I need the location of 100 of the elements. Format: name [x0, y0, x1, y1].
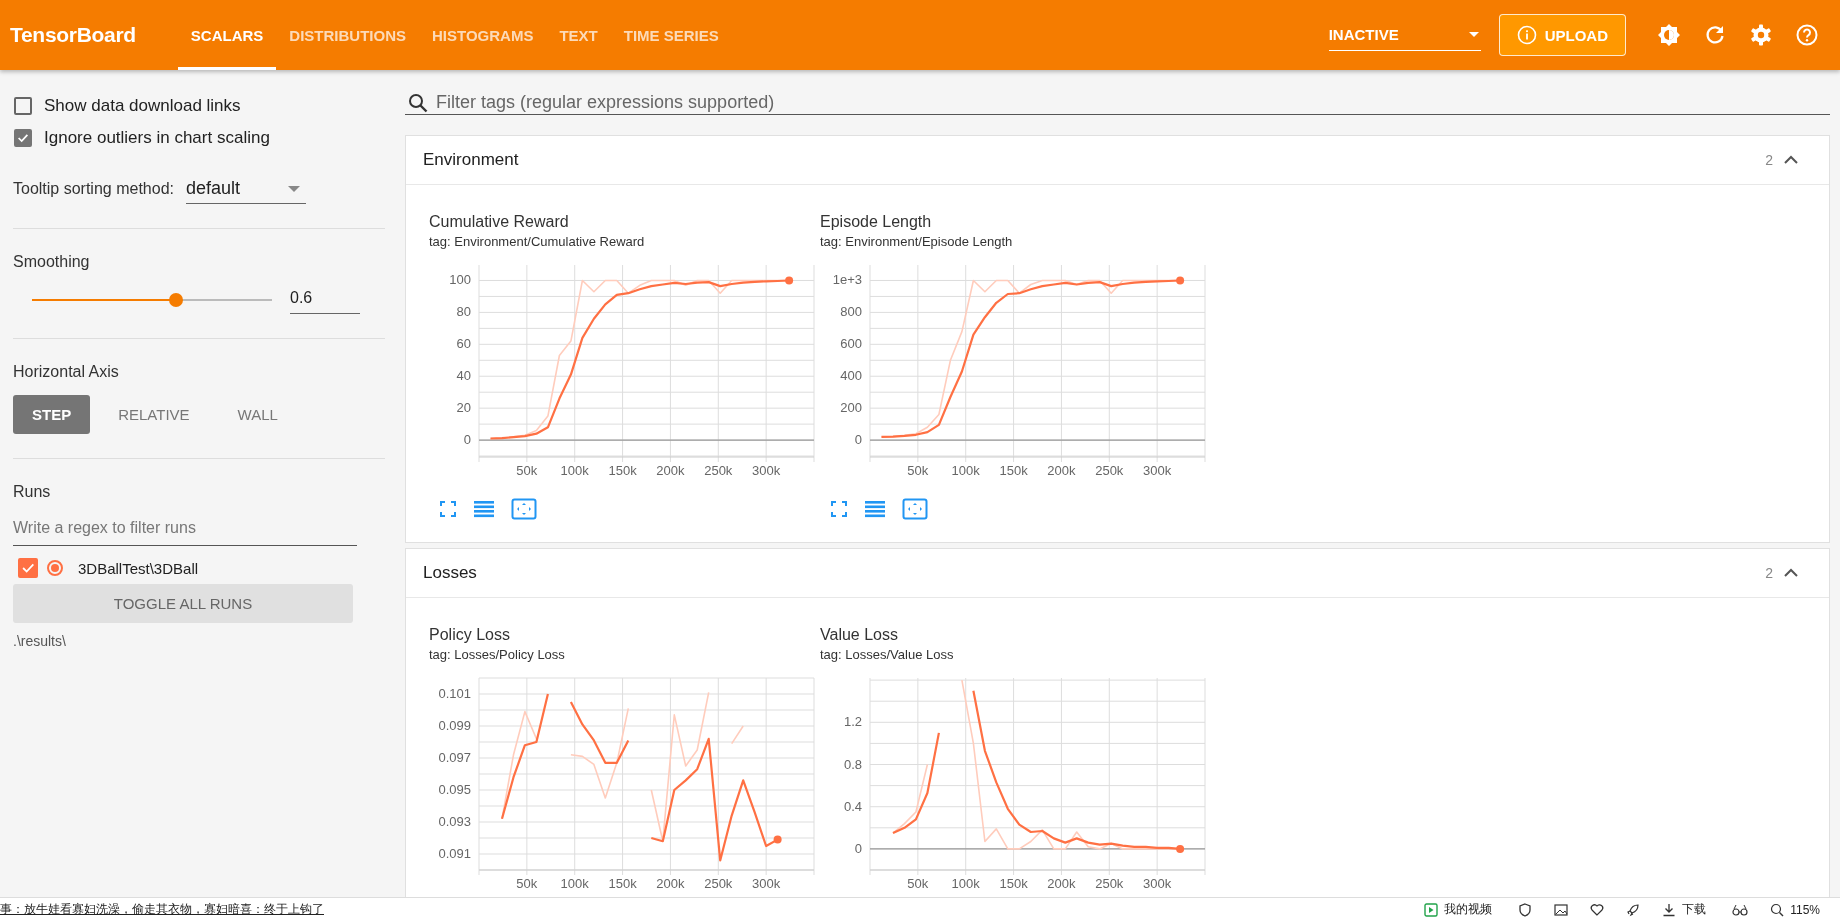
x-tick-label: 300k — [752, 463, 781, 478]
run-checkbox[interactable] — [18, 558, 38, 578]
nav-tab[interactable]: SCALARS — [177, 0, 277, 70]
glasses-icon[interactable] — [1732, 902, 1749, 917]
x-tick-label: 100k — [951, 463, 980, 478]
chart-tag: tag: Environment/Episode Length — [820, 234, 1211, 249]
status-label[interactable]: 我的视频 — [1444, 901, 1493, 918]
x-tick-label: 150k — [608, 876, 637, 891]
checkbox[interactable] — [14, 129, 32, 147]
chevron-up-icon[interactable] — [1783, 568, 1799, 578]
y-tick-label: 600 — [840, 336, 862, 352]
y-tick-label: 0.101 — [438, 686, 471, 701]
chart-count: 2 — [1765, 565, 1773, 581]
run-name: 3DBallTest\3DBall — [78, 559, 199, 577]
tag-filter-field[interactable]: Filter tags (regular expressions supported) — [434, 91, 1830, 114]
rocket-icon[interactable] — [1626, 902, 1641, 917]
download-icon[interactable] — [1662, 902, 1677, 917]
x-tick-label: 150k — [999, 463, 1028, 478]
settings-icon[interactable] — [1749, 23, 1773, 47]
x-tick-label: 250k — [1095, 876, 1124, 891]
chevron-up-icon[interactable] — [1783, 155, 1799, 165]
info-icon — [1516, 25, 1537, 45]
y-tick-label: 0.4 — [843, 798, 862, 814]
fullscreen-icon[interactable] — [439, 500, 457, 518]
search-icon — [408, 92, 428, 113]
fit-domain-icon[interactable] — [511, 498, 537, 520]
x-tick-label: 50k — [516, 876, 538, 891]
zoom-icon[interactable] — [1770, 902, 1785, 917]
y-tick-label: 0 — [854, 840, 862, 856]
help-icon[interactable] — [1795, 23, 1819, 47]
y-tick-label: 0.8 — [843, 756, 862, 772]
axis-option[interactable]: WALL — [217, 395, 298, 434]
sort-label: Tooltip sorting method: — [13, 180, 174, 198]
checkbox-label: Ignore outliers in chart scaling — [44, 128, 270, 148]
chart-title: Value Loss — [820, 626, 899, 644]
section-title: Runs — [13, 483, 52, 501]
x-tick-label: 200k — [656, 876, 685, 891]
section-title: Horizontal Axis — [13, 363, 120, 381]
y-tick-label: 800 — [840, 304, 862, 320]
log-directory: .\results\ — [13, 633, 67, 649]
x-tick-label: 50k — [907, 876, 929, 891]
sort-dropdown[interactable]: default — [186, 174, 306, 204]
y-tick-label: 20 — [456, 400, 471, 416]
radio-icon[interactable] — [46, 559, 64, 577]
y-tick-label: 40 — [456, 368, 471, 384]
y-tick-label: 80 — [456, 304, 471, 320]
y-tick-label: 60 — [456, 336, 471, 352]
y-tick-label: 0 — [463, 432, 471, 448]
x-tick-label: 300k — [1143, 463, 1172, 478]
y-tick-label: 0.093 — [438, 814, 471, 829]
x-tick-label: 50k — [516, 463, 538, 478]
caret-icon — [288, 185, 300, 192]
shield-icon[interactable] — [1518, 902, 1533, 917]
image-icon[interactable] — [1554, 902, 1569, 917]
chart-count: 2 — [1765, 152, 1773, 168]
smoothing-value-field[interactable]: 0.6 — [290, 285, 360, 314]
y-tick-label: 400 — [840, 368, 862, 384]
y-tick-label: 0.099 — [438, 718, 471, 733]
status-label[interactable]: 下载 — [1682, 901, 1707, 918]
lines-icon[interactable] — [864, 500, 886, 518]
x-tick-label: 200k — [656, 463, 685, 478]
axis-option[interactable]: STEP — [13, 395, 91, 434]
zoom-level[interactable]: 115% — [1790, 902, 1820, 917]
group-title[interactable]: Losses — [423, 563, 1766, 583]
x-tick-label: 250k — [704, 463, 733, 478]
theme-icon[interactable] — [1657, 23, 1681, 47]
y-tick-label: 1e+3 — [832, 272, 862, 288]
chart-tag: tag: Losses/Value Loss — [820, 647, 1211, 662]
x-tick-label: 150k — [608, 463, 637, 478]
caret-icon — [1468, 32, 1479, 37]
fit-domain-icon[interactable] — [902, 498, 928, 520]
x-tick-label: 100k — [560, 463, 589, 478]
play-icon[interactable] — [1424, 902, 1439, 917]
chart-tag: tag: Environment/Cumulative Reward — [429, 234, 820, 249]
x-tick-label: 200k — [1047, 463, 1076, 478]
run-state-dropdown[interactable]: INACTIVE — [1328, 19, 1481, 51]
chart-title: Episode Length — [820, 213, 933, 231]
axis-option[interactable]: RELATIVE — [98, 395, 210, 434]
runs-filter-field[interactable]: Write a regex to filter runs — [13, 515, 357, 546]
x-tick-label: 250k — [704, 876, 733, 891]
news-link[interactable]: 事：放牛娃看寡妇洗澡，偷走其衣物，寡妇暗喜：终于上钩了 — [0, 901, 324, 918]
section-title: Smoothing — [13, 253, 91, 271]
lines-icon[interactable] — [473, 500, 495, 518]
group-title[interactable]: Environment — [423, 150, 1766, 170]
y-tick-label: 100 — [449, 272, 471, 288]
y-tick-label: 0.095 — [438, 782, 471, 797]
y-tick-label: 0.097 — [438, 750, 471, 765]
x-tick-label: 200k — [1047, 876, 1076, 891]
fullscreen-icon[interactable] — [830, 500, 848, 518]
x-tick-label: 300k — [752, 876, 781, 891]
y-tick-label: 0.091 — [438, 846, 471, 861]
toggle-all-runs-button[interactable]: TOGGLE ALL RUNS — [13, 584, 353, 623]
chart-title: Cumulative Reward — [429, 213, 570, 231]
chart-title: Policy Loss — [429, 626, 511, 644]
x-tick-label: 100k — [560, 876, 589, 891]
checkbox[interactable] — [14, 97, 32, 115]
heart-icon[interactable] — [1590, 902, 1605, 917]
x-tick-label: 300k — [1143, 876, 1172, 891]
y-tick-label: 1.2 — [843, 714, 862, 730]
y-tick-label: 0 — [854, 432, 862, 448]
